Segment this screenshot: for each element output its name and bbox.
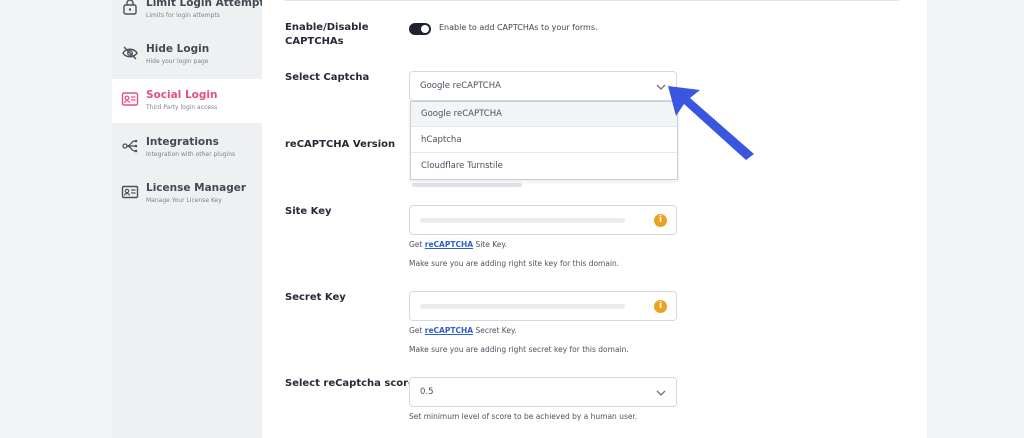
pointer-arrow-icon — [668, 86, 754, 160]
sidebar-item-subtitle: Limits for login attempts — [146, 12, 220, 19]
info-icon[interactable]: i — [654, 214, 667, 227]
eye-slash-icon — [122, 46, 138, 60]
sidebar-item-title: Limit Login Attempts — [146, 0, 271, 9]
sidebar-item-subtitle: Third Party login access — [146, 104, 218, 111]
select-captcha-value: Google reCAPTCHA — [420, 81, 501, 91]
secret-key-help-prefix: Get — [409, 326, 425, 335]
score-value: 0.5 — [420, 387, 434, 397]
secret-key-help: Get reCAPTCHA Secret Key. — [409, 326, 517, 335]
sidebar-item-subtitle: Hide your login page — [146, 58, 209, 65]
id-card-icon — [121, 185, 139, 199]
sidebar-item-title: Integrations — [146, 136, 219, 148]
captcha-option-hcaptcha[interactable]: hCaptcha — [411, 128, 677, 153]
chevron-down-icon — [656, 390, 666, 396]
secret-key-note: Make sure you are adding right secret ke… — [409, 345, 629, 354]
secret-key-help-suffix: Secret Key. — [473, 326, 517, 335]
score-help: Set minimum level of score to be achieve… — [409, 412, 638, 421]
site-key-input[interactable]: i — [409, 205, 677, 235]
enable-captcha-label: Enable/Disable CAPTCHAs — [285, 21, 369, 49]
toggle-knob — [421, 25, 429, 33]
settings-panel: Enable/Disable CAPTCHAs Enable to add CA… — [262, 0, 927, 438]
select-captcha-dropdown[interactable]: Google reCAPTCHA — [409, 71, 677, 101]
sidebar-item-limit-login-attempts[interactable]: Limit Login Attempts Limits for login at… — [112, 0, 271, 40]
enable-captcha-label-line2: CAPTCHAs — [285, 36, 344, 47]
sidebar-item-integrations[interactable]: Integrations Integration with other plug… — [112, 135, 262, 179]
secret-key-masked-value — [420, 304, 625, 309]
recaptcha-version-label: reCAPTCHA Version — [285, 139, 396, 150]
lock-icon — [123, 0, 137, 15]
info-icon[interactable]: i — [654, 300, 667, 313]
captcha-option-cloudflare-turnstile[interactable]: Cloudflare Turnstile — [411, 154, 677, 179]
site-key-masked-value — [420, 218, 625, 223]
enable-captcha-toggle[interactable] — [409, 23, 431, 35]
sidebar-item-title: License Manager — [146, 182, 247, 194]
site-key-note: Make sure you are adding right site key … — [409, 259, 620, 268]
select-captcha-options: Google reCAPTCHA hCaptcha Cloudflare Tur… — [410, 101, 678, 180]
enable-captcha-description: Enable to add CAPTCHAs to your forms. — [439, 23, 598, 32]
sidebar-item-title: Social Login — [146, 89, 218, 101]
site-key-help-prefix: Get — [409, 240, 425, 249]
secret-key-input[interactable]: i — [409, 291, 677, 321]
captcha-option-google-recaptcha[interactable]: Google reCAPTCHA — [411, 102, 677, 127]
sidebar-item-license-manager[interactable]: License Manager Manage Your License Key — [112, 181, 262, 225]
sidebar-item-subtitle: Integration with other plugins — [146, 151, 236, 158]
score-label: Select reCaptcha score — [285, 378, 415, 389]
site-key-help: Get reCAPTCHA Site Key. — [409, 240, 507, 249]
site-key-label: Site Key — [285, 206, 332, 217]
divider — [284, 0, 899, 1]
site-key-help-suffix: Site Key. — [473, 240, 508, 249]
sidebar-item-title: Hide Login — [146, 43, 210, 55]
user-card-icon — [121, 92, 139, 106]
select-captcha-label: Select Captcha — [285, 72, 370, 83]
sidebar: Limit Login Attempts Limits for login at… — [112, 0, 271, 438]
sidebar-item-subtitle: Manage Your License Key — [146, 197, 222, 204]
site-key-recaptcha-link[interactable]: reCAPTCHA — [425, 240, 473, 249]
secret-key-recaptcha-link[interactable]: reCAPTCHA — [425, 326, 473, 335]
sidebar-item-social-login[interactable]: Social Login Third Party login access — [112, 79, 262, 123]
integration-icon — [122, 139, 138, 153]
secret-key-label: Secret Key — [285, 292, 346, 303]
score-select[interactable]: 0.5 — [409, 377, 677, 407]
enable-captcha-label-line1: Enable/Disable — [285, 22, 369, 33]
